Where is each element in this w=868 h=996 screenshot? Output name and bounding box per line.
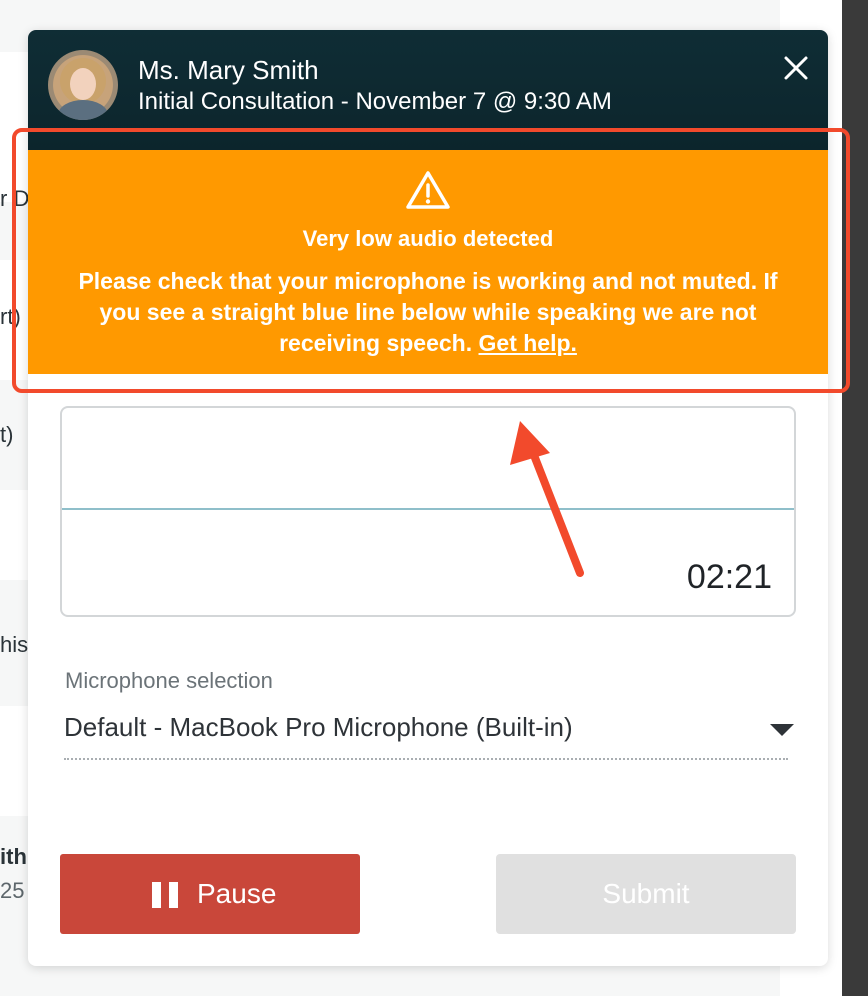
pause-label: Pause (197, 878, 277, 909)
patient-name: Ms. Mary Smith (138, 55, 319, 85)
avatar-face (70, 68, 96, 100)
microphone-selected-value: Default - MacBook Pro Microphone (Built-… (64, 712, 573, 742)
chevron-down-icon (770, 724, 794, 736)
background-row (0, 52, 30, 202)
background-text-fragment: 25 (0, 878, 25, 903)
background-text-fragment: r D (0, 186, 30, 211)
background-text-fragment: his (0, 632, 29, 657)
background-row (0, 706, 30, 816)
warning-message: Please check that your microphone is wor… (58, 266, 798, 359)
appointment-info: Initial Consultation - November 7 @ 9:30… (138, 88, 612, 115)
pause-icon-bar (169, 882, 178, 908)
pause-icon-bar (152, 882, 161, 908)
pause-icon (152, 882, 178, 908)
background-dark-strip (842, 0, 868, 996)
audio-waveform-line (62, 508, 794, 510)
submit-button[interactable]: Submit (496, 854, 796, 934)
background-text-fragment: ith (0, 844, 27, 869)
microphone-select[interactable]: Default - MacBook Pro Microphone (Built-… (64, 708, 794, 760)
patient-avatar (48, 50, 118, 120)
avatar-body (58, 100, 108, 120)
modal-header: Ms. Mary Smith Initial Consultation - No… (28, 30, 828, 150)
warning-triangle-icon (406, 171, 450, 209)
pause-button[interactable]: Pause (60, 854, 360, 934)
warning-message-text: Please check that your microphone is wor… (78, 268, 778, 356)
audio-waveform-panel: 02:21 (60, 406, 796, 617)
annotation-arrow-icon (510, 421, 584, 577)
background-text-fragment: rt) (0, 304, 21, 329)
recording-timer: 02:21 (686, 558, 772, 596)
microphone-selection-label: Microphone selection (65, 668, 273, 693)
warning-title: Very low audio detected (302, 226, 554, 251)
close-icon[interactable] (780, 52, 812, 84)
background-text-fragment: t) (0, 422, 14, 447)
low-audio-warning: Very low audio detected Please check tha… (28, 150, 828, 374)
get-help-link[interactable]: Get help. (479, 330, 577, 356)
background-row (0, 490, 30, 580)
submit-label: Submit (602, 878, 690, 909)
